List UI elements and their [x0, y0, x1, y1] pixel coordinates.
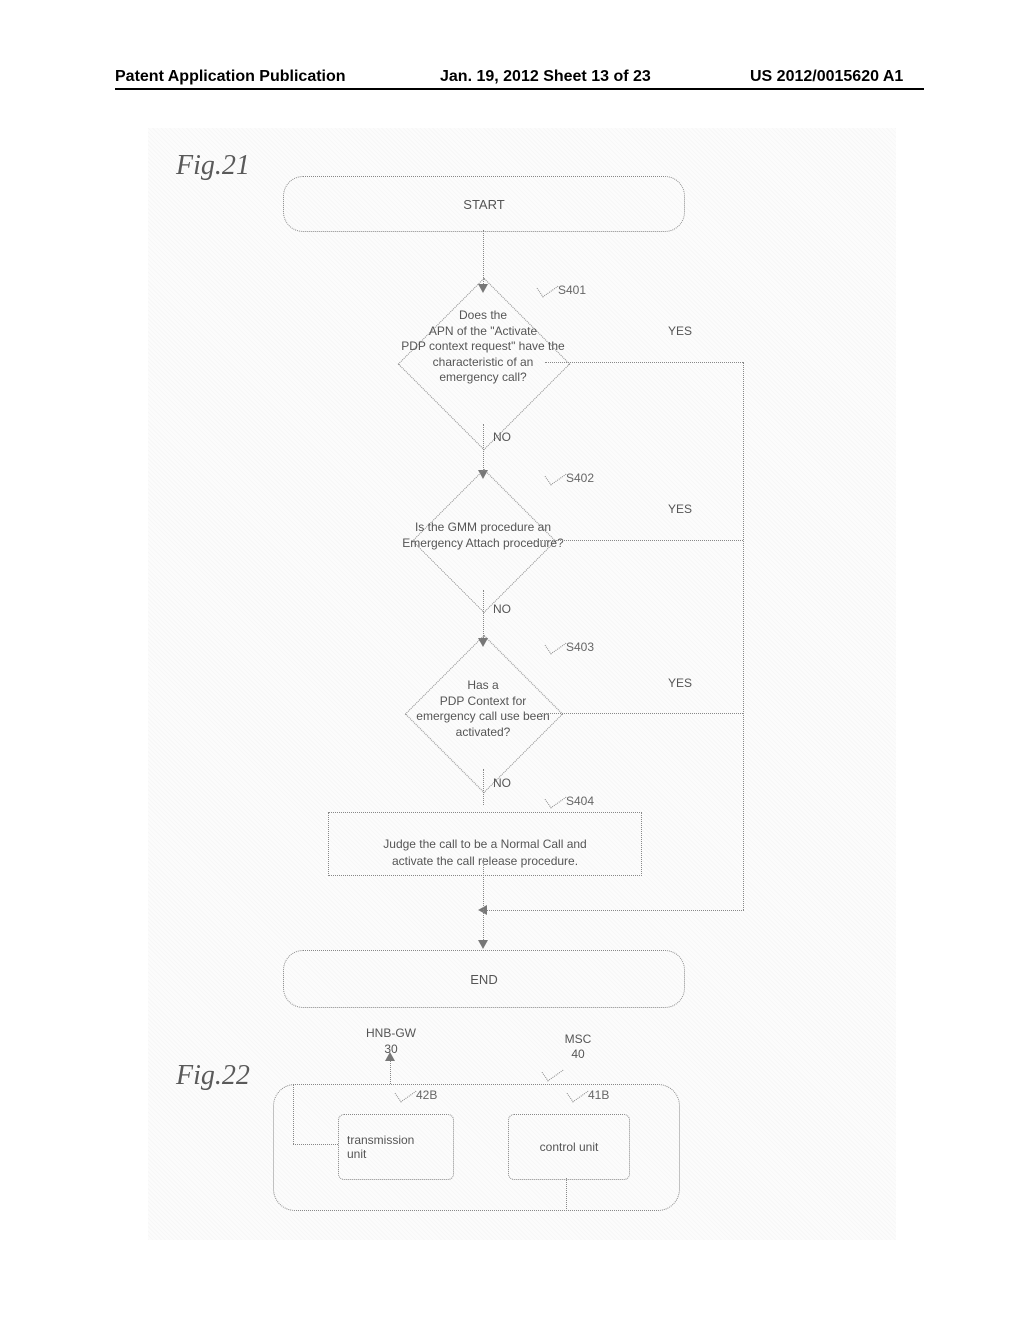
end-terminal: END	[283, 950, 685, 1008]
header-rule	[115, 88, 924, 90]
control-unit: control unit	[508, 1114, 630, 1180]
flow-line	[545, 362, 743, 364]
header-mid: Jan. 19, 2012 Sheet 13 of 23	[440, 68, 651, 86]
fig21-label: Fig.21	[176, 150, 250, 182]
flow-line	[483, 858, 485, 944]
flow-line	[293, 1084, 295, 1144]
header-left: Patent Application Publication	[115, 68, 346, 86]
branch-no-3: NO	[493, 776, 511, 790]
flow-line	[483, 910, 744, 912]
hnb-gw-label: HNB-GW	[351, 1026, 431, 1042]
start-text: START	[463, 197, 504, 212]
process-s404: Judge the call to be a Normal Call and a…	[328, 812, 642, 876]
start-terminal: START	[283, 176, 685, 232]
page: Patent Application Publication Jan. 19, …	[0, 0, 1024, 1320]
callout-tick-icon	[545, 635, 567, 655]
flow-line	[483, 769, 485, 805]
flow-line	[483, 424, 485, 474]
step-s404-id: S404	[566, 794, 594, 808]
flow-line	[390, 1058, 392, 1084]
step-s402-id: S402	[566, 471, 594, 485]
callout-tick-icon	[545, 789, 567, 809]
flow-line	[293, 1144, 338, 1146]
flow-line	[534, 540, 743, 542]
branch-no-1: NO	[493, 430, 511, 444]
step-s403-id: S403	[566, 640, 594, 654]
header-right: US 2012/0015620 A1	[750, 68, 903, 86]
arrow-down-icon	[478, 940, 488, 949]
decision-s402-text: Is the GMM procedure an Emergency Attach…	[358, 520, 608, 551]
msc-label: MSC	[558, 1032, 598, 1048]
ctrl-unit-num: 41B	[588, 1088, 609, 1102]
branch-yes-3: YES	[668, 676, 692, 690]
flow-line	[566, 1178, 568, 1209]
branch-yes-2: YES	[668, 502, 692, 516]
tx-unit-num: 42B	[416, 1088, 437, 1102]
decision-s403-text: Has a PDP Context for emergency call use…	[373, 678, 593, 740]
arrow-up-icon	[385, 1052, 395, 1061]
control-unit-text: control unit	[540, 1140, 599, 1154]
decision-s401-text: Does the APN of the "Activate PDP contex…	[363, 308, 603, 386]
transmission-unit: transmission unit	[338, 1114, 454, 1180]
flow-line	[743, 362, 745, 910]
callout-tick-icon	[545, 466, 567, 486]
transmission-unit-text: transmission unit	[347, 1133, 414, 1161]
callout-tick-icon	[542, 1062, 564, 1082]
step-s401-id: S401	[558, 283, 586, 297]
figure-area: Fig.21 START Does the APN of the "Activa…	[148, 128, 896, 1240]
msc-num: 40	[563, 1047, 593, 1063]
branch-yes-1: YES	[668, 324, 692, 338]
end-text: END	[470, 972, 497, 987]
fig22-label: Fig.22	[176, 1060, 250, 1092]
branch-no-2: NO	[493, 602, 511, 616]
flow-line	[540, 713, 743, 715]
callout-tick-icon	[537, 278, 559, 298]
